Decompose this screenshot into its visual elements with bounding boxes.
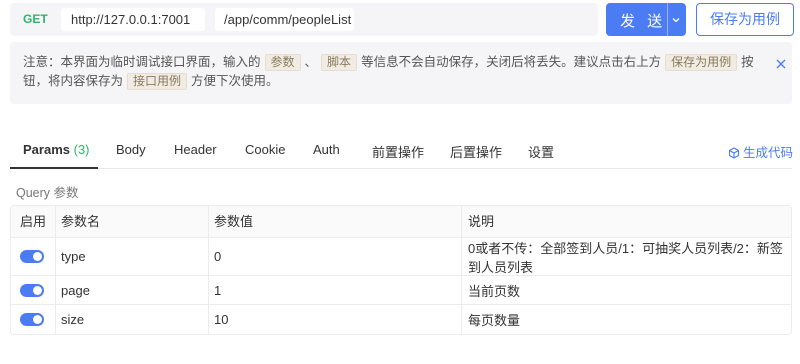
params-table: 启用 参数名 参数值 说明 type 0 0或者不传：全部签到人员/1：可抽奖人… — [10, 205, 792, 335]
url-bar: GET http://127.0.0.1:7001 /app/comm/peop… — [10, 3, 598, 36]
param-desc-input[interactable]: 每页数量 — [461, 305, 791, 334]
header-value: 参数值 — [208, 206, 461, 237]
table-header-row: 启用 参数名 参数值 说明 — [11, 206, 791, 238]
save-as-case-button[interactable]: 保存为用例 — [696, 3, 794, 36]
send-label: 发 送 — [620, 13, 667, 30]
tag-case: 接口用例 — [127, 73, 188, 90]
tab-header[interactable]: Header — [174, 142, 217, 157]
notice-banner: 注意：本界面为临时调试接口界面，输入的 参数、脚本 等信息不会自动保存，关闭后将丢失… — [10, 42, 792, 104]
request-tabs: Params (3) Body Header Cookie Auth 前置操作 … — [10, 136, 792, 169]
chevron-down-icon[interactable] — [672, 16, 680, 24]
tab-auth[interactable]: Auth — [313, 142, 340, 157]
header-desc: 说明 — [461, 206, 791, 237]
tag-script: 脚本 — [321, 54, 358, 71]
close-icon[interactable] — [775, 58, 787, 70]
table-row: type 0 0或者不传：全部签到人员/1：可抽奖人员列表/2：新签到人员列表 — [11, 238, 791, 276]
enabled-cell — [11, 238, 55, 275]
tab-body[interactable]: Body — [116, 142, 146, 157]
notice-sep: 、 — [304, 55, 318, 69]
tab-pre-operations[interactable]: 前置操作 — [372, 142, 424, 161]
send-button[interactable]: 发 送 — [606, 3, 686, 36]
enabled-cell — [11, 305, 55, 334]
enabled-toggle[interactable] — [20, 250, 44, 263]
param-value-input[interactable]: 1 — [208, 276, 461, 304]
param-value-input[interactable]: 0 — [208, 238, 461, 275]
param-name-input[interactable]: page — [55, 276, 208, 304]
table-row: size 10 每页数量 — [11, 305, 791, 334]
notice-part2: 等信息不会自动保存，关闭后将丢失。建议点击右上方 — [361, 55, 662, 69]
params-count: (3) — [73, 142, 90, 157]
generate-code-label: 生成代码 — [743, 146, 794, 160]
notice-part1: 注意：本界面为临时调试接口界面，输入的 — [23, 55, 261, 69]
query-params-title: Query 参数 — [16, 186, 79, 200]
tab-params[interactable]: Params (3) — [23, 142, 90, 157]
param-value-input[interactable]: 10 — [208, 305, 461, 334]
tab-cookie[interactable]: Cookie — [245, 142, 285, 157]
header-name: 参数名 — [55, 206, 208, 237]
tag-params: 参数 — [264, 54, 301, 71]
host-input[interactable]: http://127.0.0.1:7001 — [61, 8, 205, 31]
header-enabled: 启用 — [20, 214, 47, 229]
table-row: page 1 当前页数 — [11, 276, 791, 305]
notice-part4: 方便下次使用。 — [191, 74, 279, 88]
cube-icon — [728, 147, 740, 159]
tab-params-label: Params — [23, 142, 70, 157]
param-desc-input[interactable]: 当前页数 — [461, 276, 791, 304]
tab-settings[interactable]: 设置 — [528, 142, 554, 161]
notice-text: 注意：本界面为临时调试接口界面，输入的 参数、脚本 等信息不会自动保存，关闭后将丢失… — [23, 53, 763, 91]
path-input[interactable]: /app/comm/peopleList — [215, 8, 354, 31]
tag-save: 保存为用例 — [665, 54, 738, 71]
generate-code-button[interactable]: 生成代码 — [728, 142, 793, 161]
enabled-toggle[interactable] — [20, 313, 44, 326]
active-tab-underline — [10, 167, 98, 169]
param-name-input[interactable]: type — [55, 238, 208, 275]
enabled-cell — [11, 276, 55, 304]
send-divider — [667, 3, 668, 36]
enabled-toggle[interactable] — [20, 283, 44, 297]
param-name-input[interactable]: size — [55, 305, 208, 334]
param-desc-input[interactable]: 0或者不传：全部签到人员/1：可抽奖人员列表/2：新签到人员列表 — [461, 238, 791, 275]
method-select[interactable]: GET — [23, 12, 48, 26]
tab-post-operations[interactable]: 后置操作 — [450, 142, 502, 161]
